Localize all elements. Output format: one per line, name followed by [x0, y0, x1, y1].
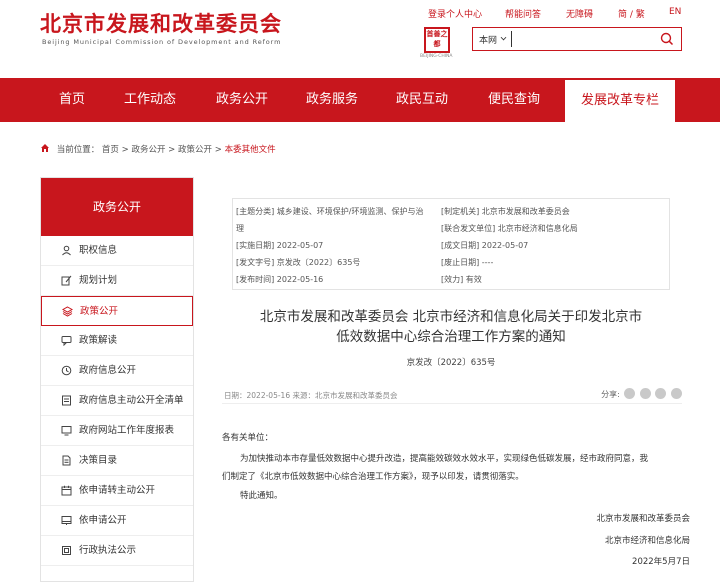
sidebar-item-label: 依申请转主动公开	[79, 485, 156, 496]
sidebar-title: 政务公开	[41, 178, 193, 236]
breadcrumb-home[interactable]: 首页	[102, 145, 119, 155]
edit-icon	[61, 275, 72, 286]
article-paragraph-line: 为加快推动本市存量低效数据中心提升改造，提高能效碳效水效水平，实现绿色低碳发展，…	[240, 454, 649, 464]
top-links: 登录个人中心 帮能问答 无障碍 简 / 繁 EN	[0, 7, 720, 20]
person-icon	[61, 245, 72, 256]
search-icon[interactable]	[659, 31, 675, 47]
sidebar-item-label: 依申请公开	[79, 515, 127, 526]
sidebar-item-label: 行政执法公示	[79, 545, 137, 556]
home-icon	[40, 143, 50, 153]
nav-development-reform-column[interactable]: 发展改革专栏	[565, 78, 675, 122]
simplified-traditional-link[interactable]: 简 / 繁	[618, 7, 645, 20]
screen-icon	[61, 515, 72, 526]
layers-icon	[61, 306, 74, 317]
share-weibo-icon[interactable]	[624, 388, 636, 399]
calendar-icon	[61, 485, 72, 496]
sidebar-item-label: 政策公开	[80, 306, 119, 317]
article-meta-bar: 日期：2022-05-16 来源：北京市发展和改革委员会 分享:	[222, 386, 682, 404]
sidebar-item-label: 职权信息	[79, 245, 118, 256]
article-closing: 特此通知。	[240, 491, 283, 501]
capital-seal-logo: 首善之都	[424, 27, 450, 53]
sidebar-item-policy-open[interactable]: 政策公开	[41, 296, 193, 326]
main-nav: 首页 工作动态 政务公开 政务服务 政民互动 便民查询 发展改革专栏	[0, 78, 720, 122]
sidebar-item-label: 规划计划	[79, 275, 118, 286]
nav-work-news[interactable]: 工作动态	[114, 78, 186, 122]
article-salutation: 各有关单位：	[222, 433, 274, 443]
sidebar-item-decision-catalog[interactable]: 决策目录	[41, 446, 193, 476]
breadcrumb-policy-open[interactable]: 政策公开	[178, 145, 212, 155]
help-link[interactable]: 帮能问答	[505, 7, 541, 20]
info-row: 理 [联合发文单位] 北京市经济和信息化局	[236, 224, 578, 233]
share-bar: 分享:	[601, 388, 682, 400]
info-row: [实施日期] 2022-05-07 [成文日期] 2022-05-07	[236, 241, 529, 250]
sidebar-item-label: 政府网站工作年度报表	[79, 425, 175, 436]
share-qq-icon[interactable]	[655, 388, 667, 399]
site-header: 北京市发展和改革委员会 Beijing Municipal Commission…	[0, 0, 720, 78]
sidebar: 政务公开 职权信息 规划计划 政策公开 政策解读 政府信息公开 政府信息主动公开…	[40, 177, 194, 582]
sidebar-item-law-enforcement[interactable]: 行政执法公示	[41, 536, 193, 566]
search-scope-select[interactable]: 本网	[479, 33, 497, 46]
sidebar-item-authority-info[interactable]: 职权信息	[41, 236, 193, 266]
article-meta: 日期：2022-05-16 来源：北京市发展和改革委员会	[224, 391, 398, 400]
sidebar-item-request-to-active[interactable]: 依申请转主动公开	[41, 476, 193, 506]
chevron-down-icon[interactable]	[500, 34, 507, 41]
site-logo-subtitle: Beijing Municipal Commission of Developm…	[42, 38, 282, 46]
breadcrumb-government-affairs[interactable]: 政务公开	[131, 145, 165, 155]
sidebar-item-label: 政府信息公开	[79, 365, 137, 376]
document-icon	[61, 455, 72, 466]
share-more-icon[interactable]	[671, 388, 682, 399]
box-icon	[61, 545, 72, 556]
share-wechat-icon[interactable]	[639, 388, 651, 399]
sidebar-item-plans[interactable]: 规划计划	[41, 266, 193, 296]
signature-date: 2022年5月7日	[632, 557, 690, 567]
sidebar-item-annual-report[interactable]: 政府网站工作年度报表	[41, 416, 193, 446]
accessibility-link[interactable]: 无障碍	[566, 7, 593, 20]
info-row: [发文字号] 京发改〔2022〕635号 [废止日期] ----	[236, 258, 494, 267]
sidebar-item-request-disclosure[interactable]: 依申请公开	[41, 506, 193, 536]
list-icon	[61, 395, 72, 406]
sidebar-item-label: 政策解读	[79, 335, 118, 346]
seal-caption: BEIJING·CHINA	[420, 54, 453, 59]
sidebar-item-label: 决策目录	[79, 455, 118, 466]
breadcrumb-current[interactable]: 本委其他文件	[225, 145, 276, 155]
info-row: [主题分类] 城乡建设、环境保护/环境监测、保护与治 [制定机关] 北京市发展和…	[236, 207, 570, 216]
article-paragraph-line: 们制定了《北京市低效数据中心综合治理工作方案》，现予以印发，请贯彻落实。	[222, 472, 524, 482]
nav-citizen-interaction[interactable]: 政民互动	[384, 78, 460, 122]
clock-icon	[61, 365, 72, 376]
english-link[interactable]: EN	[669, 7, 681, 17]
sidebar-item-active-disclosure-list[interactable]: 政府信息主动公开全清单	[41, 386, 193, 416]
article-title: 北京市发展和改革委员会 北京市经济和信息化局关于印发北京市 低效数据中心综合治理…	[259, 309, 643, 345]
breadcrumb: 当前位置： 首页 > 政务公开 > 政策公开 > 本委其他文件	[40, 143, 276, 157]
breadcrumb-prefix: 当前位置：	[56, 145, 100, 155]
chat-icon	[61, 335, 72, 347]
document-number: 京发改〔2022〕635号	[406, 358, 496, 368]
search-input[interactable]	[511, 31, 651, 47]
document-info-table: [主题分类] 城乡建设、环境保护/环境监测、保护与治 [制定机关] 北京市发展和…	[232, 198, 670, 290]
login-link[interactable]: 登录个人中心	[428, 7, 482, 20]
nav-government-services[interactable]: 政务服务	[294, 78, 370, 122]
share-label: 分享:	[601, 390, 620, 399]
sidebar-item-policy-interpretation[interactable]: 政策解读	[41, 326, 193, 356]
sidebar-item-gov-info-open[interactable]: 政府信息公开	[41, 356, 193, 386]
signature-ndrc: 北京市发展和改革委员会	[596, 514, 690, 524]
search-bar: 本网	[472, 27, 682, 51]
info-row: [发布时间] 2022-05-16 [效力] 有效	[236, 275, 482, 284]
nav-public-query[interactable]: 便民查询	[476, 78, 552, 122]
nav-government-affairs-open[interactable]: 政务公开	[204, 78, 280, 122]
signature-economy-bureau: 北京市经济和信息化局	[604, 536, 690, 546]
monitor-icon	[61, 425, 72, 436]
nav-home[interactable]: 首页	[40, 78, 104, 122]
sidebar-item-label: 政府信息主动公开全清单	[79, 395, 184, 406]
